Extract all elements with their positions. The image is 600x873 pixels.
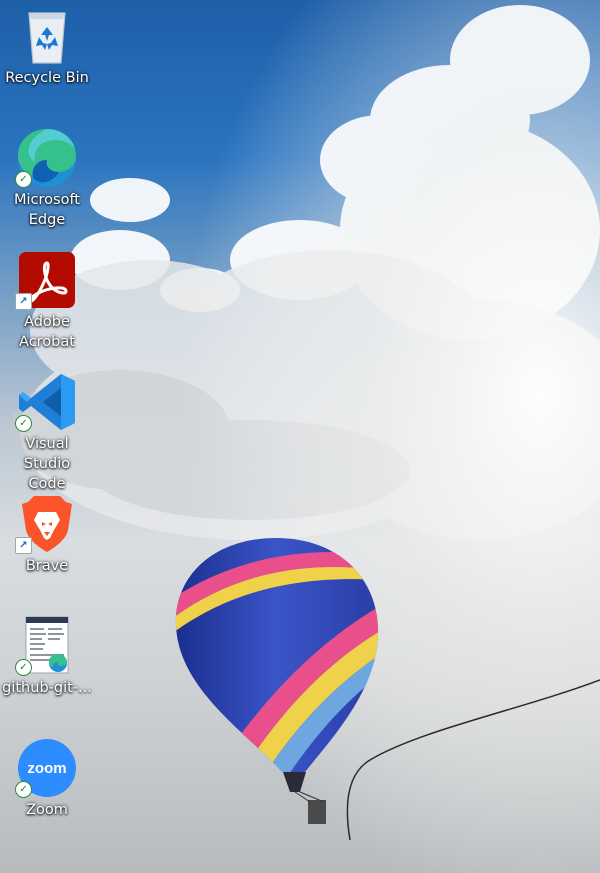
acrobat-icon: ↗ bbox=[15, 250, 77, 310]
desktop-icon-visual-studio-code[interactable]: ✓ Visual Studio Code bbox=[2, 372, 92, 494]
desktop-icon-label: Adobe Acrobat bbox=[19, 314, 75, 350]
desktop-icon-adobe-acrobat[interactable]: ↗ Adobe Acrobat bbox=[2, 250, 92, 352]
desktop-icon-label: Zoom bbox=[26, 802, 68, 818]
vscode-icon: ✓ bbox=[15, 372, 77, 432]
desktop-icon-label: github-git-... bbox=[2, 680, 92, 696]
desktop-icon-label: Recycle Bin bbox=[5, 70, 89, 86]
desktop-icon-label: Visual Studio Code bbox=[23, 436, 71, 492]
sync-status-icon: ✓ bbox=[15, 659, 32, 676]
edge-icon: ✓ bbox=[15, 128, 77, 188]
zoom-icon: zoom ✓ bbox=[15, 738, 77, 798]
brave-icon: ↗ bbox=[15, 494, 77, 554]
desktop-icon-brave[interactable]: ↗ Brave bbox=[2, 494, 92, 576]
desktop-icon-label: Brave bbox=[25, 558, 69, 574]
desktop-icon-recycle-bin[interactable]: Recycle Bin bbox=[2, 6, 92, 88]
recycle-bin-icon bbox=[17, 6, 77, 66]
shortcut-arrow-icon: ↗ bbox=[15, 293, 32, 310]
pdf-document-icon: ✓ bbox=[15, 616, 77, 676]
desktop-icon-label: Microsoft Edge bbox=[14, 192, 80, 228]
shortcut-arrow-icon: ↗ bbox=[15, 537, 32, 554]
desktop-icon-microsoft-edge[interactable]: ✓ Microsoft Edge bbox=[2, 128, 92, 230]
sync-status-icon: ✓ bbox=[15, 171, 32, 188]
desktop-icon-zoom[interactable]: zoom ✓ Zoom bbox=[2, 738, 92, 820]
sync-status-icon: ✓ bbox=[15, 415, 32, 432]
zoom-logo-text: zoom bbox=[27, 760, 66, 777]
desktop-icon-github-git-document[interactable]: ✓ github-git-... bbox=[2, 616, 92, 698]
sync-status-icon: ✓ bbox=[15, 781, 32, 798]
